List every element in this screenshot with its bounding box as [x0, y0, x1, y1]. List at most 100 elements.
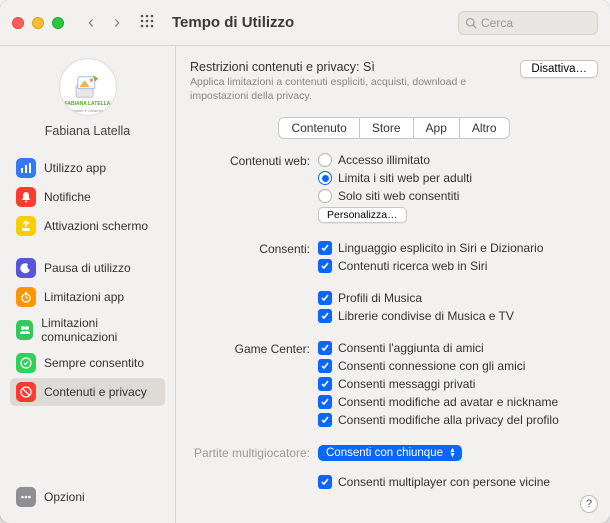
- content-pane: Restrizioni contenuti e privacy: Sì Appl…: [176, 46, 610, 523]
- check-label: Consenti l'aggiunta di amici: [338, 341, 484, 355]
- avatar[interactable]: FABIANA LATELLA Supporter ✦ Ghost writer: [59, 58, 117, 116]
- sidebar-item-content-privacy[interactable]: Contenuti e privacy: [10, 378, 165, 406]
- checkbox-icon: [318, 241, 332, 255]
- check-label: Consenti multiplayer con persone vicine: [338, 475, 550, 489]
- sidebar-item-label: Opzioni: [44, 490, 85, 504]
- check-label: Profili di Musica: [338, 291, 422, 305]
- avatar-image: [71, 70, 105, 104]
- sidebar-item-options[interactable]: Opzioni: [10, 483, 165, 511]
- notifications-icon: [16, 187, 36, 207]
- sidebar-item-label: Sempre consentito: [44, 356, 144, 370]
- sidebar-item-app-usage[interactable]: Utilizzo app: [10, 154, 165, 182]
- checkbox-icon: [318, 259, 332, 273]
- checkbox-icon: [318, 413, 332, 427]
- radio-label: Accesso illimitato: [338, 153, 430, 167]
- close-window-button[interactable]: [12, 17, 24, 29]
- check-gc-privacy[interactable]: Consenti modifiche alla privacy del prof…: [318, 413, 598, 427]
- customize-button[interactable]: Personalizza…: [318, 207, 407, 223]
- check-gc-avatar[interactable]: Consenti modifiche ad avatar e nickname: [318, 395, 598, 409]
- select-value: Consenti con chiunque: [326, 447, 443, 459]
- checkbox-icon: [318, 475, 332, 489]
- tab-content[interactable]: Contenuto: [279, 118, 359, 138]
- sidebar-item-label: Utilizzo app: [44, 161, 106, 175]
- radio-label: Limita i siti web per adulti: [338, 171, 472, 185]
- check-label: Consenti connessione con gli amici: [338, 359, 525, 373]
- tab-store[interactable]: Store: [360, 118, 414, 138]
- sidebar-item-downtime[interactable]: Pausa di utilizzo: [10, 254, 165, 282]
- sidebar: FABIANA LATELLA Supporter ✦ Ghost writer…: [0, 46, 176, 523]
- app-usage-icon: [16, 158, 36, 178]
- check-nearby-multiplayer[interactable]: Consenti multiplayer con persone vicine: [318, 475, 598, 489]
- check-gc-connect[interactable]: Consenti connessione con gli amici: [318, 359, 598, 373]
- downtime-icon: [16, 258, 36, 278]
- disable-button[interactable]: Disattiva…: [520, 60, 598, 78]
- forward-button[interactable]: ›: [108, 12, 126, 33]
- zoom-window-button[interactable]: [52, 17, 64, 29]
- sidebar-item-label: Attivazioni schermo: [44, 219, 148, 233]
- sidebar-item-label: Pausa di utilizzo: [44, 261, 131, 275]
- sidebar-item-always-allowed[interactable]: Sempre consentito: [10, 349, 165, 377]
- radio-unrestricted[interactable]: Accesso illimitato: [318, 153, 598, 167]
- radio-allowed-only[interactable]: Solo siti web consentiti: [318, 189, 598, 203]
- content-privacy-icon: [16, 382, 36, 402]
- check-label: Linguaggio esplicito in Siri e Dizionari…: [338, 241, 543, 255]
- check-gc-add-friends[interactable]: Consenti l'aggiunta di amici: [318, 341, 598, 355]
- show-all-icon[interactable]: [134, 14, 160, 31]
- profile-name: Fabiana Latella: [45, 124, 130, 138]
- chevron-updown-icon: ▲▼: [449, 448, 456, 458]
- titlebar: ‹ › Tempo di Utilizzo Cerca: [0, 0, 610, 46]
- help-button[interactable]: ?: [580, 495, 598, 513]
- tab-other[interactable]: Altro: [460, 118, 509, 138]
- sidebar-item-notifications[interactable]: Notifiche: [10, 183, 165, 211]
- sidebar-item-pickups[interactable]: Attivazioni schermo: [10, 212, 165, 240]
- check-music-profiles[interactable]: Profili di Musica: [318, 291, 598, 305]
- check-label: Contenuti ricerca web in Siri: [338, 259, 487, 273]
- sidebar-item-label: Contenuti e privacy: [44, 385, 147, 399]
- app-limits-icon: [16, 287, 36, 307]
- search-placeholder: Cerca: [481, 16, 513, 30]
- preferences-window: ‹ › Tempo di Utilizzo Cerca: [0, 0, 610, 523]
- check-shared-libraries[interactable]: Librerie condivise di Musica e TV: [318, 309, 598, 323]
- section-subtitle: Applica limitazioni a contenuti esplicit…: [190, 76, 520, 103]
- check-explicit-siri[interactable]: Linguaggio esplicito in Siri e Dizionari…: [318, 241, 598, 255]
- back-button[interactable]: ‹: [82, 12, 100, 33]
- multiplayer-select[interactable]: Consenti con chiunque ▲▼: [318, 445, 462, 461]
- check-label: Consenti modifiche ad avatar e nickname: [338, 395, 558, 409]
- comm-limits-icon: [16, 320, 33, 340]
- radio-limit-adult[interactable]: Limita i siti web per adulti: [318, 171, 598, 185]
- checkbox-icon: [318, 377, 332, 391]
- tab-bar: Contenuto Store App Altro: [278, 117, 509, 139]
- check-label: Librerie condivise di Musica e TV: [338, 309, 514, 323]
- radio-label: Solo siti web consentiti: [338, 189, 459, 203]
- label-web-content: Contenuti web:: [190, 153, 318, 168]
- check-gc-private-msg[interactable]: Consenti messaggi privati: [318, 377, 598, 391]
- options-icon: [16, 487, 36, 507]
- sidebar-item-app-limits[interactable]: Limitazioni app: [10, 283, 165, 311]
- check-label: Consenti modifiche alla privacy del prof…: [338, 413, 559, 427]
- checkbox-icon: [318, 359, 332, 373]
- avatar-banner: FABIANA LATELLA: [60, 101, 116, 107]
- avatar-subtitle: Supporter ✦ Ghost writer: [60, 109, 116, 113]
- radio-icon: [318, 171, 332, 185]
- profile-section: FABIANA LATELLA Supporter ✦ Ghost writer…: [10, 58, 165, 138]
- section-title: Restrizioni contenuti e privacy: Sì: [190, 60, 520, 74]
- checkbox-icon: [318, 341, 332, 355]
- radio-icon: [318, 189, 332, 203]
- label-allow: Consenti:: [190, 241, 318, 256]
- checkbox-icon: [318, 309, 332, 323]
- label-game-center: Game Center:: [190, 341, 318, 356]
- always-allowed-icon: [16, 353, 36, 373]
- search-input[interactable]: Cerca: [458, 11, 598, 35]
- label-multiplayer: Partite multigiocatore:: [190, 445, 318, 460]
- check-web-search-siri[interactable]: Contenuti ricerca web in Siri: [318, 259, 598, 273]
- checkbox-icon: [318, 291, 332, 305]
- sidebar-item-label: Notifiche: [44, 190, 91, 204]
- tab-app[interactable]: App: [414, 118, 460, 138]
- sidebar-item-comm-limits[interactable]: Limitazioni comunicazioni: [10, 312, 165, 348]
- minimize-window-button[interactable]: [32, 17, 44, 29]
- window-controls: [12, 17, 64, 29]
- window-title: Tempo di Utilizzo: [172, 14, 294, 31]
- search-icon: [465, 17, 477, 29]
- sidebar-item-label: Limitazioni app: [44, 290, 124, 304]
- check-label: Consenti messaggi privati: [338, 377, 475, 391]
